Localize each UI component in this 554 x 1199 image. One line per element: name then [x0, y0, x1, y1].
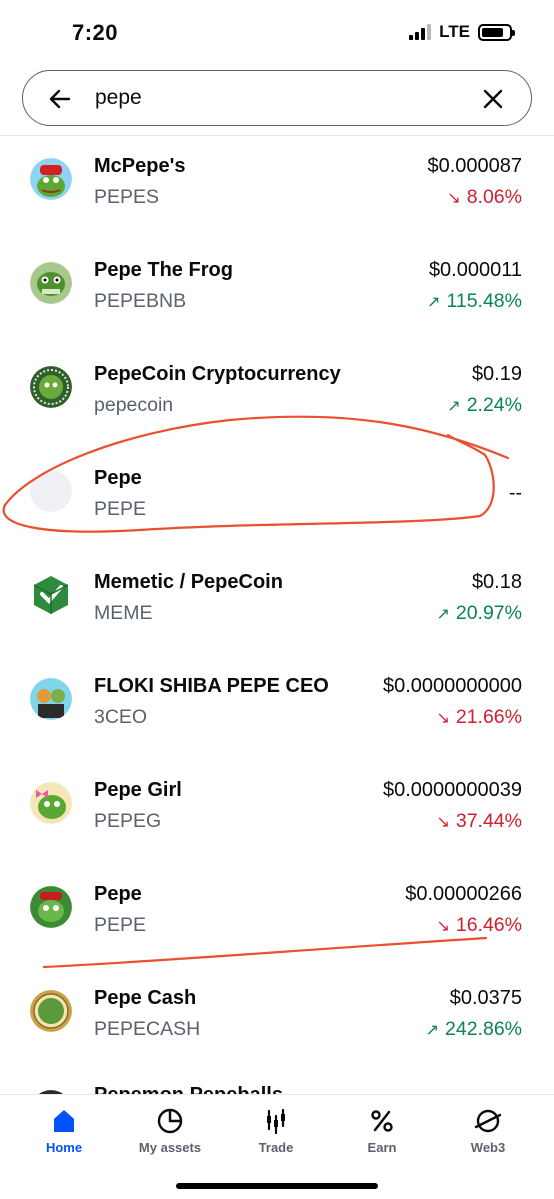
search-bar — [22, 70, 532, 126]
coin-symbol: PEPEG — [94, 810, 162, 832]
arrow-up-icon: ↗ — [427, 294, 441, 311]
list-item[interactable]: Pepe The Frog PEPEBNB $0.000011 ↗ 115.48% — [0, 240, 554, 344]
battery-icon — [478, 23, 515, 41]
home-indicator — [176, 1183, 378, 1189]
list-item[interactable]: FLOKI SHIBA PEPE CEO 3CEO $0.0000000000 … — [0, 656, 554, 760]
coin-change: ↗ 115.48% — [427, 290, 522, 312]
signal-icon — [409, 24, 432, 40]
pepecoin-icon — [30, 366, 72, 408]
coin-name: Pepe Girl — [94, 779, 182, 801]
coin-name: Pepe — [94, 467, 142, 489]
status-time: 7:20 — [72, 20, 119, 45]
nav-earn[interactable]: Earn — [332, 1107, 432, 1155]
coin-name: Pepe — [94, 883, 142, 905]
coin-symbol: PEPEBNB — [94, 290, 187, 312]
coin-symbol: 3CEO — [94, 706, 148, 728]
coin-price: $0.18 — [471, 571, 522, 593]
coin-change: ↘ 21.66% — [436, 706, 522, 728]
nav-label: Web3 — [470, 1140, 506, 1155]
coin-change: ↗ 242.86% — [425, 1018, 522, 1040]
nav-trade[interactable]: Trade — [226, 1107, 326, 1155]
coin-name: Pepe The Frog — [94, 259, 233, 281]
back-arrow-icon[interactable] — [47, 86, 73, 112]
nav-web3[interactable]: Web3 — [438, 1107, 538, 1155]
coin-name: Pepemon Pepeballs — [94, 1084, 283, 1094]
pepe-icon — [30, 886, 72, 928]
search-input[interactable] — [95, 83, 475, 113]
percent-icon — [371, 1110, 393, 1132]
coin-symbol: MEME — [94, 602, 153, 624]
list-item[interactable]: Pepe PEPE -- — [0, 448, 554, 552]
coin-change: ↘ 37.44% — [436, 810, 522, 832]
list-item[interactable]: Pepe PEPE $0.00000266 ↘ 16.46% — [0, 864, 554, 968]
list-item[interactable]: Memetic / PepeCoin MEME $0.18 ↗ 20.97% — [0, 552, 554, 656]
coin-price: $0.000011 — [428, 259, 522, 281]
status-bar: 7:20 LTE — [0, 0, 554, 64]
search-results-list: McPepe's PEPES $0.000087 ↘ 8.06% Pepe The… — [0, 136, 554, 1094]
arrow-down-icon: ↘ — [447, 190, 461, 207]
coin-change: -- — [509, 482, 522, 504]
nav-label: Home — [45, 1140, 83, 1155]
nav-label: My assets — [138, 1140, 202, 1155]
home-icon — [54, 1110, 74, 1132]
arrow-down-icon: ↘ — [436, 918, 450, 935]
list-item[interactable]: Pepe Girl PEPEG $0.0000000039 ↘ 37.44% — [0, 760, 554, 864]
coin-symbol: PEPECASH — [94, 1018, 201, 1040]
pepe-girl-icon — [30, 782, 72, 824]
nav-my-assets[interactable]: My assets — [120, 1107, 220, 1155]
nav-label: Earn — [367, 1140, 397, 1155]
coin-symbol: PEPE — [94, 498, 147, 520]
pepe-cash-icon — [30, 990, 72, 1032]
coin-price: $0.00000266 — [405, 883, 522, 905]
coin-price: $0.0000000039 — [382, 779, 522, 801]
coin-symbol: PEPE — [94, 914, 147, 936]
floki-shiba-icon — [30, 678, 72, 720]
web3-icon — [474, 1109, 502, 1133]
network-type: LTE — [439, 22, 470, 41]
coin-name: PepeCoin Cryptocurrency — [94, 363, 341, 385]
list-item[interactable]: McPepe's PEPES $0.000087 ↘ 8.06% — [0, 136, 554, 240]
nav-label: Trade — [258, 1140, 294, 1155]
arrow-down-icon: ↘ — [436, 814, 450, 831]
coin-change: ↗ 2.24% — [447, 394, 522, 416]
coin-name: Pepe Cash — [94, 987, 197, 1009]
pepe-frog-icon — [30, 262, 72, 304]
coin-price: $0.0000000000 — [382, 675, 522, 697]
coin-change: ↗ 20.97% — [436, 602, 522, 624]
coin-symbol: PEPES — [94, 186, 160, 208]
list-item[interactable]: Pepe Cash PEPECASH $0.0375 ↗ 242.86% — [0, 968, 554, 1072]
close-icon[interactable] — [481, 87, 505, 111]
coin-price: $0.000087 — [427, 155, 522, 177]
nav-home[interactable]: Home — [14, 1107, 114, 1155]
coin-name: McPepe's — [94, 155, 186, 177]
pepe-red-hat-icon — [30, 158, 72, 200]
coin-change: ↘ 8.06% — [447, 186, 522, 208]
list-item[interactable]: Pepemon Pepeballs — [0, 1072, 554, 1094]
pie-chart-icon — [157, 1108, 183, 1134]
arrow-up-icon: ↗ — [447, 398, 461, 415]
coin-name: FLOKI SHIBA PEPE CEO — [94, 675, 329, 697]
coin-price: $0.0375 — [449, 987, 522, 1009]
placeholder-icon — [30, 470, 72, 512]
arrow-up-icon: ↗ — [425, 1022, 440, 1039]
arrow-down-icon: ↘ — [436, 710, 450, 727]
coin-change: ↘ 16.46% — [436, 914, 522, 936]
memetic-icon — [33, 576, 69, 614]
coin-symbol: pepecoin — [94, 394, 174, 416]
coin-name: Memetic / PepeCoin — [94, 571, 283, 593]
arrow-up-icon: ↗ — [436, 606, 450, 623]
candlestick-icon — [267, 1108, 285, 1135]
coin-price: $0.19 — [471, 363, 522, 385]
list-item[interactable]: PepeCoin Cryptocurrency pepecoin $0.19 ↗… — [0, 344, 554, 448]
status-indicators: LTE — [409, 22, 515, 42]
